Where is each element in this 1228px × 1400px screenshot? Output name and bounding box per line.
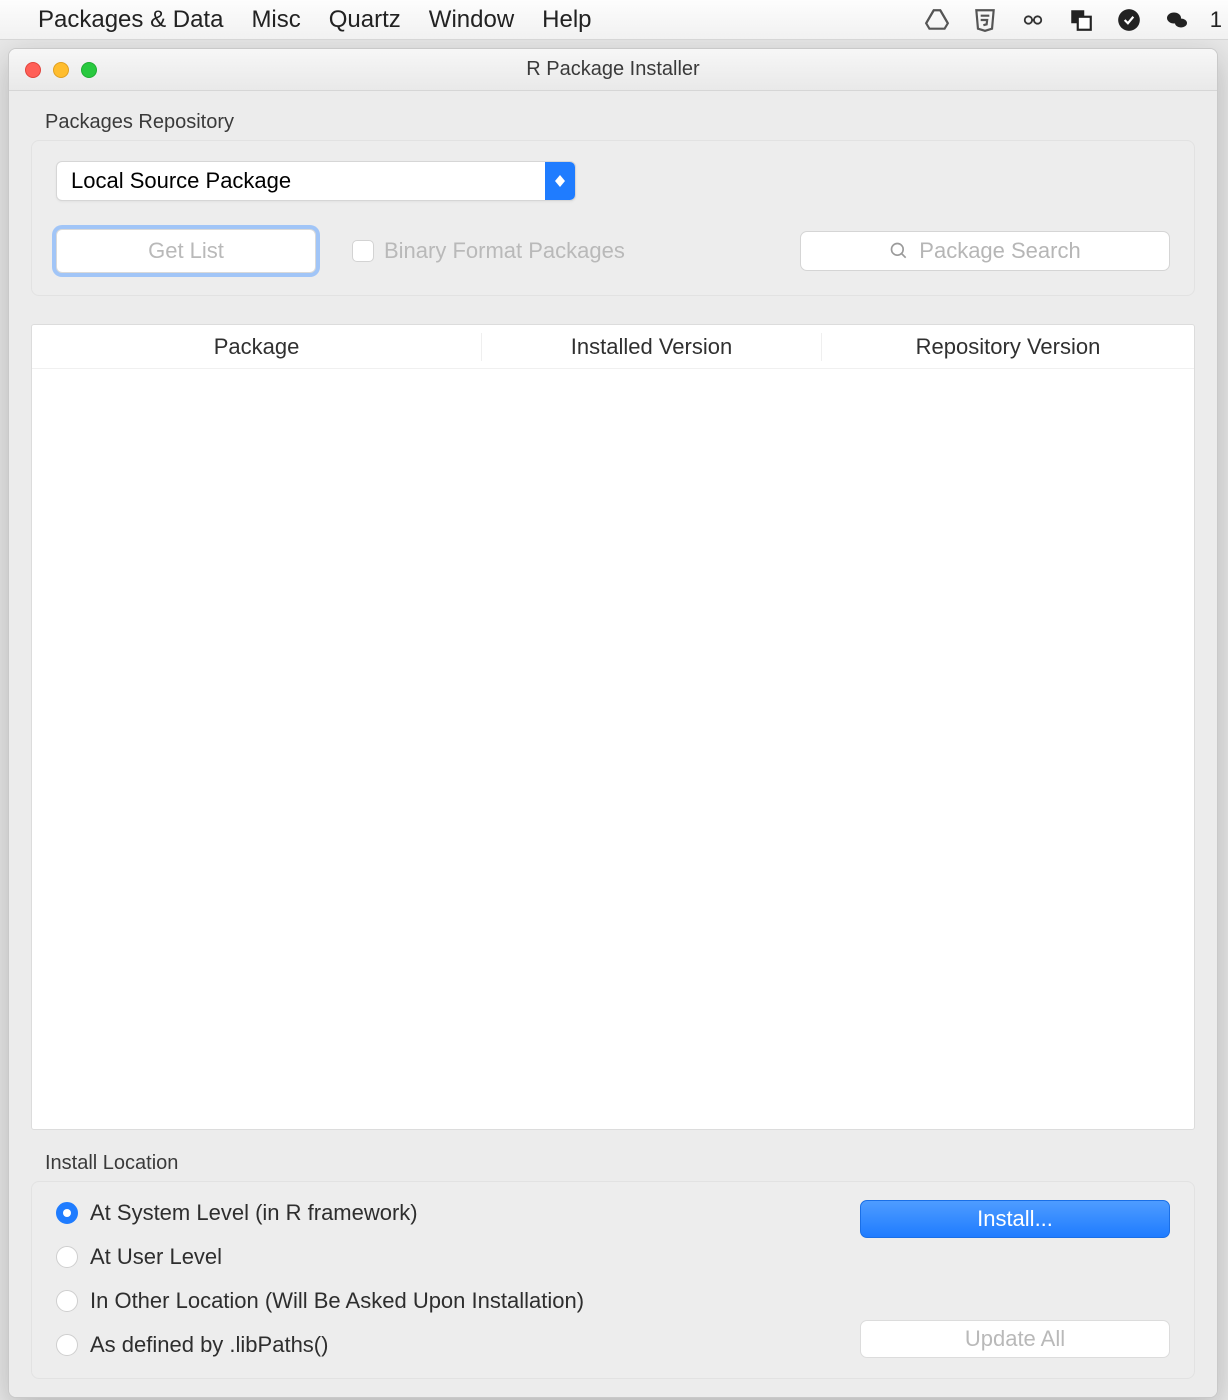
system-menubar: Packages & Data Misc Quartz Window Help … [0,0,1228,40]
repository-select[interactable]: Local Source Package [56,161,576,201]
installer-window: R Package Installer Packages Repository … [8,48,1218,1398]
window-title: R Package Installer [9,58,1217,81]
glasses-icon[interactable] [1018,5,1048,35]
package-table: Package Installed Version Repository Ver… [31,324,1195,1130]
chevron-updown-icon [545,162,575,200]
menubar-item-misc[interactable]: Misc [251,6,300,34]
package-search-input[interactable]: Package Search [800,231,1170,271]
google-drive-icon[interactable] [922,5,952,35]
search-placeholder: Package Search [919,238,1080,264]
column-repository-version[interactable]: Repository Version [822,333,1194,361]
packages-repository-group: Local Source Package Get List Binary For… [31,140,1195,296]
radio-other-location[interactable]: In Other Location (Will Be Asked Upon In… [56,1288,1170,1314]
shield-check-icon[interactable] [1114,5,1144,35]
radio-label: At User Level [90,1244,222,1270]
radio-dot-icon [56,1290,78,1312]
titlebar: R Package Installer [9,49,1217,91]
packages-repository-label: Packages Repository [45,111,1195,134]
table-header: Package Installed Version Repository Ver… [32,325,1194,369]
table-body-empty [32,369,1194,1129]
wechat-icon[interactable] [1162,5,1192,35]
menubar-item-window[interactable]: Window [429,6,514,34]
update-all-button[interactable]: Update All [860,1320,1170,1358]
menubar-badge-count: 1 [1210,7,1222,33]
install-location-group: At System Level (in R framework) At User… [31,1181,1195,1379]
menubar-item-quartz[interactable]: Quartz [329,6,401,34]
menubar-right-icons: 1 [922,0,1228,40]
radio-label: At System Level (in R framework) [90,1200,418,1226]
binary-format-checkbox[interactable]: Binary Format Packages [352,238,625,264]
radio-label: As defined by .libPaths() [90,1332,328,1358]
radio-dot-icon [56,1246,78,1268]
menubar-item-packages-data[interactable]: Packages & Data [38,6,223,34]
overlap-squares-icon[interactable] [1066,5,1096,35]
column-installed-version[interactable]: Installed Version [482,333,822,361]
html5-shield-icon[interactable] [970,5,1000,35]
column-package[interactable]: Package [32,333,482,361]
radio-user-level[interactable]: At User Level [56,1244,1170,1270]
install-location-label: Install Location [45,1152,1195,1175]
menubar-item-help[interactable]: Help [542,6,591,34]
get-list-button[interactable]: Get List [56,229,316,273]
repository-select-value: Local Source Package [71,168,291,194]
radio-label: In Other Location (Will Be Asked Upon In… [90,1288,584,1314]
checkbox-box-icon [352,240,374,262]
radio-dot-icon [56,1334,78,1356]
binary-format-label: Binary Format Packages [384,238,625,264]
search-icon [889,241,909,261]
install-button[interactable]: Install... [860,1200,1170,1238]
radio-dot-icon [56,1202,78,1224]
